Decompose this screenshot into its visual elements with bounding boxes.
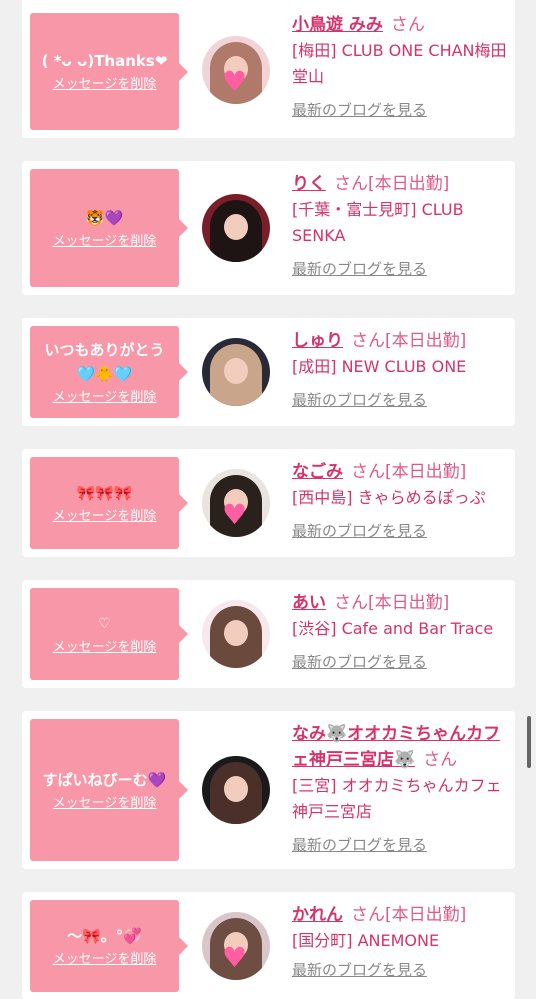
- message-card: 🎀🎀🎀 メッセージを削除 ♥ なごみ さん[本日出勤] [西中島] きゃらめるぽっ…: [22, 449, 515, 557]
- shop-name: [千葉・富士見町] CLUB SENKA: [292, 200, 464, 245]
- san-suffix: さん: [351, 462, 385, 482]
- name-line: あい さん[本日出勤]: [292, 590, 507, 616]
- shop-name: [西中島] きゃらめるぽっぷ: [292, 488, 486, 507]
- message-text: いつもありがとう 🩵🐥🩵: [44, 340, 165, 383]
- name-line: なごみ さん[本日出勤]: [292, 459, 507, 485]
- avatar-face: [224, 776, 248, 802]
- message-text: ( *ᴗ ᴗ)Thanks❤: [41, 52, 168, 70]
- message-card: ( *ᴗ ᴗ)Thanks❤ メッセージを削除 ♥ 小鳥遊 みみ さん [梅田] …: [22, 0, 515, 138]
- delete-message-link[interactable]: メッセージを削除: [53, 508, 157, 526]
- scrollbar[interactable]: [527, 716, 531, 768]
- cast-name-link[interactable]: あい: [292, 593, 326, 613]
- san-suffix: さん: [351, 905, 385, 925]
- shop-name: [渋谷] Cafe and Bar Trace: [292, 619, 494, 638]
- avatar-face: [224, 214, 248, 240]
- message-card: いつもありがとう 🩵🐥🩵 メッセージを削除 しゅり さん[本日出勤] [成田] N…: [22, 318, 515, 426]
- on-duty-badge: [本日出勤]: [385, 331, 467, 351]
- delete-message-link[interactable]: メッセージを削除: [53, 795, 157, 813]
- san-suffix: さん: [423, 750, 458, 770]
- avatar-face: [224, 620, 248, 646]
- message-card: 🐯💜 メッセージを削除 りく さん[本日出勤] [千葉・富士見町] CLUB SE…: [22, 161, 515, 295]
- cast-info: 小鳥遊 みみ さん [梅田] CLUB ONE CHAN梅田堂山 最新のブログを見…: [292, 12, 507, 120]
- cast-name-link[interactable]: なみ🐺オオカミちゃんカフェ神戸三宮店🐺: [292, 724, 500, 770]
- latest-blog-link[interactable]: 最新のブログを見る: [292, 521, 507, 541]
- san-suffix: さん: [390, 15, 425, 35]
- avatar[interactable]: ♥: [202, 912, 270, 980]
- latest-blog-link[interactable]: 最新のブログを見る: [292, 652, 507, 672]
- avatar[interactable]: ♥: [202, 36, 270, 104]
- message-text: ♡: [98, 615, 111, 632]
- heart-mask-icon: ♥: [222, 941, 248, 974]
- name-line: りく さん[本日出勤]: [292, 171, 507, 197]
- avatar-face: [224, 358, 248, 384]
- message-bubble: いつもありがとう 🩵🐥🩵 メッセージを削除: [30, 326, 188, 418]
- message-bubble: ( *ᴗ ᴗ)Thanks❤ メッセージを削除: [30, 13, 188, 130]
- message-card: 〜🎀。°💞 メッセージを削除 ♥ かれん さん[本日出勤] [国分町] ANEMO…: [22, 892, 515, 999]
- message-card: ♡ メッセージを削除 あい さん[本日出勤] [渋谷] Cafe and Bar …: [22, 580, 515, 688]
- cast-name-link[interactable]: りく: [292, 174, 326, 194]
- delete-message-link[interactable]: メッセージを削除: [53, 639, 157, 657]
- message-text: すぱいねびーむ💜: [42, 770, 167, 789]
- message-text: 🐯💜: [85, 208, 124, 227]
- cast-info: しゅり さん[本日出勤] [成田] NEW CLUB ONE 最新のブログを見る: [292, 328, 507, 410]
- latest-blog-link[interactable]: 最新のブログを見る: [292, 390, 507, 410]
- heart-mask-icon: ♥: [222, 498, 248, 531]
- message-bubble: 🎀🎀🎀 メッセージを削除: [30, 457, 188, 549]
- avatar[interactable]: [202, 600, 270, 668]
- avatar[interactable]: [202, 338, 270, 406]
- shop-name: [三宮] オオカミちゃんカフェ神戸三宮店: [292, 776, 502, 821]
- shop-name: [国分町] ANEMONE: [292, 931, 440, 950]
- on-duty-badge: [本日出勤]: [368, 174, 450, 194]
- name-line: かれん さん[本日出勤]: [292, 902, 507, 928]
- cast-name-link[interactable]: かれん: [292, 905, 343, 925]
- cast-name-link[interactable]: なごみ: [292, 462, 343, 482]
- on-duty-badge: [本日出勤]: [368, 593, 450, 613]
- san-suffix: さん: [334, 593, 368, 613]
- cast-name-link[interactable]: 小鳥遊 みみ: [292, 15, 383, 35]
- message-text: 〜🎀。°💞: [67, 926, 142, 945]
- on-duty-badge: [本日出勤]: [385, 462, 467, 482]
- message-text: 🎀🎀🎀: [76, 483, 133, 502]
- cast-info: あい さん[本日出勤] [渋谷] Cafe and Bar Trace 最新のブロ…: [292, 590, 507, 672]
- latest-blog-link[interactable]: 最新のブログを見る: [292, 960, 507, 980]
- latest-blog-link[interactable]: 最新のブログを見る: [292, 835, 507, 855]
- delete-message-link[interactable]: メッセージを削除: [53, 389, 157, 407]
- cast-info: りく さん[本日出勤] [千葉・富士見町] CLUB SENKA 最新のブログを見…: [292, 171, 507, 279]
- cast-info: なごみ さん[本日出勤] [西中島] きゃらめるぽっぷ 最新のブログを見る: [292, 459, 507, 541]
- delete-message-link[interactable]: メッセージを削除: [53, 233, 157, 251]
- latest-blog-link[interactable]: 最新のブログを見る: [292, 259, 507, 279]
- message-bubble: 🐯💜 メッセージを削除: [30, 169, 188, 287]
- shop-name: [成田] NEW CLUB ONE: [292, 357, 467, 376]
- shop-name: [梅田] CLUB ONE CHAN梅田堂山: [292, 41, 507, 86]
- san-suffix: さん: [334, 174, 368, 194]
- avatar[interactable]: [202, 756, 270, 824]
- message-card: すぱいねびーむ💜 メッセージを削除 なみ🐺オオカミちゃんカフェ神戸三宮店🐺 さん …: [22, 711, 515, 869]
- avatar[interactable]: ♥: [202, 469, 270, 537]
- message-list-page: ( *ᴗ ᴗ)Thanks❤ メッセージを削除 ♥ 小鳥遊 みみ さん [梅田] …: [0, 0, 536, 999]
- name-line: 小鳥遊 みみ さん: [292, 12, 507, 38]
- name-line: なみ🐺オオカミちゃんカフェ神戸三宮店🐺 さん: [292, 721, 507, 773]
- message-bubble: すぱいねびーむ💜 メッセージを削除: [30, 719, 188, 861]
- name-line: しゅり さん[本日出勤]: [292, 328, 507, 354]
- message-bubble: ♡ メッセージを削除: [30, 588, 188, 680]
- san-suffix: さん: [351, 331, 385, 351]
- delete-message-link[interactable]: メッセージを削除: [53, 76, 157, 94]
- cast-info: なみ🐺オオカミちゃんカフェ神戸三宮店🐺 さん [三宮] オオカミちゃんカフェ神戸三…: [292, 721, 507, 855]
- heart-mask-icon: ♥: [222, 65, 248, 98]
- cast-name-link[interactable]: しゅり: [292, 331, 343, 351]
- delete-message-link[interactable]: メッセージを削除: [53, 951, 157, 969]
- message-bubble: 〜🎀。°💞 メッセージを削除: [30, 900, 188, 992]
- on-duty-badge: [本日出勤]: [385, 905, 467, 925]
- latest-blog-link[interactable]: 最新のブログを見る: [292, 100, 507, 120]
- cast-info: かれん さん[本日出勤] [国分町] ANEMONE 最新のブログを見る: [292, 902, 507, 980]
- avatar[interactable]: [202, 194, 270, 262]
